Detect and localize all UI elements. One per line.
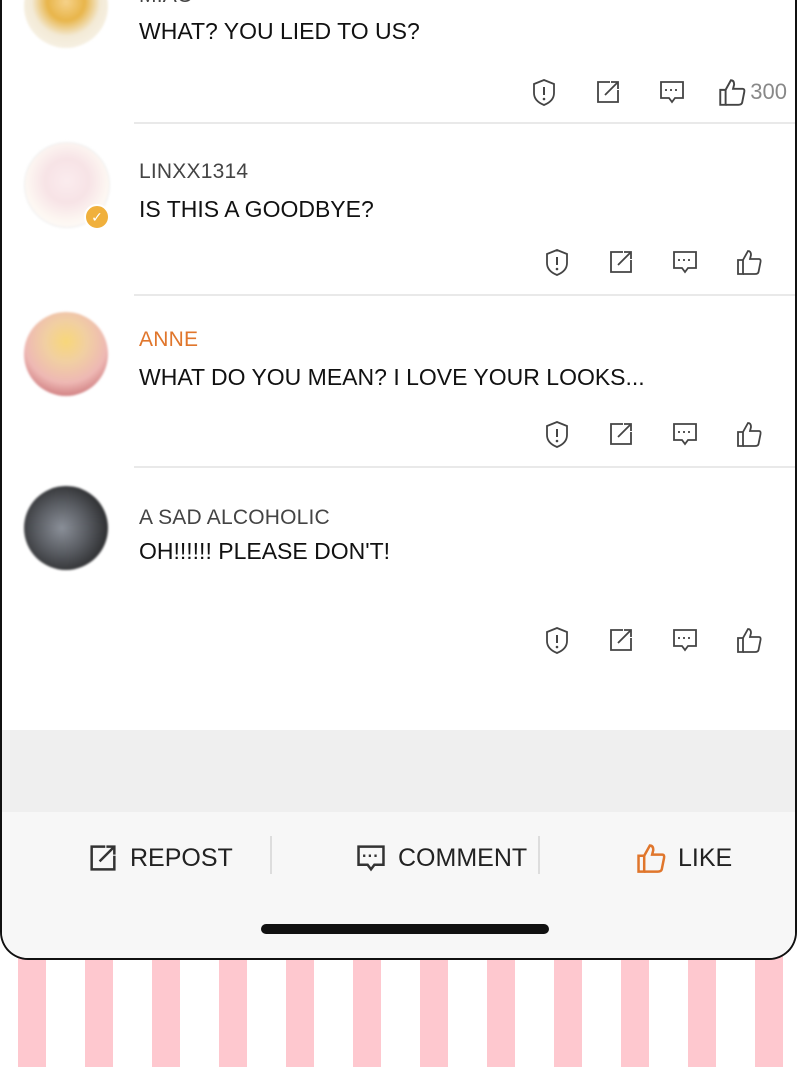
comment-actions — [511, 244, 767, 280]
comment-button[interactable]: COMMENT — [354, 838, 527, 878]
divider — [134, 122, 795, 124]
repost-button[interactable] — [603, 416, 639, 452]
repost-icon — [610, 423, 632, 445]
comment-text: WHAT? YOU LIED TO US? — [139, 18, 420, 44]
feed-end-spacer — [2, 730, 795, 812]
comment-text: WHAT DO YOU MEAN? I LOVE YOUR LOOKS... — [139, 364, 645, 390]
repost-icon — [610, 251, 632, 273]
comment-actions: 300 — [498, 74, 787, 110]
comment-icon — [673, 629, 697, 652]
comment-username[interactable]: LINXX1314 — [139, 160, 248, 184]
like-label: LIKE — [678, 843, 733, 872]
like-icon — [737, 422, 762, 447]
like-icon — [719, 79, 746, 106]
phone-screen: MIAO WHAT? YOU LIED TO US? 300 ✓ LINXX13… — [0, 0, 797, 960]
repost-icon — [90, 845, 116, 871]
repost-button[interactable]: REPOST — [86, 838, 233, 878]
comment-text: OH!!!!!! PLEASE DON'T! — [139, 538, 391, 564]
like-button[interactable] — [731, 622, 767, 658]
report-button[interactable] — [539, 244, 575, 280]
divider — [134, 466, 795, 468]
repost-button[interactable] — [603, 622, 639, 658]
comment-icon — [673, 423, 697, 446]
like-button[interactable] — [731, 244, 767, 280]
divider — [538, 836, 540, 874]
repost-button[interactable] — [603, 244, 639, 280]
home-indicator[interactable] — [261, 924, 549, 934]
comment-button[interactable] — [667, 622, 703, 658]
comment-button[interactable] — [654, 74, 690, 110]
like-button[interactable] — [731, 416, 767, 452]
like-button[interactable]: LIKE — [634, 838, 732, 878]
report-icon — [533, 79, 556, 106]
divider — [270, 836, 272, 874]
repost-icon — [610, 629, 632, 651]
avatar[interactable] — [24, 486, 108, 570]
comment-actions — [511, 622, 767, 658]
like-count: 300 — [750, 79, 787, 104]
comment-label: COMMENT — [398, 843, 528, 872]
comment-icon — [357, 845, 385, 872]
comment-username[interactable]: ANNE — [139, 328, 198, 352]
repost-icon — [597, 81, 620, 103]
report-button[interactable] — [539, 622, 575, 658]
report-button[interactable] — [526, 74, 562, 110]
divider — [134, 294, 795, 296]
comment-actions — [511, 416, 767, 452]
repost-button[interactable] — [590, 74, 626, 110]
avatar[interactable] — [24, 312, 108, 396]
comment-icon — [673, 251, 697, 274]
like-icon — [737, 250, 762, 275]
comment-username[interactable]: A SAD ALCOHOLIC — [139, 506, 330, 530]
report-icon — [546, 627, 568, 654]
like-button[interactable]: 300 — [716, 76, 787, 108]
comment-icon — [660, 81, 685, 104]
comment-button[interactable] — [667, 244, 703, 280]
report-icon — [546, 249, 568, 276]
comment-button[interactable] — [667, 416, 703, 452]
comment-text: IS THIS A GOODBYE? — [139, 196, 374, 222]
report-icon — [546, 421, 568, 448]
comment-username[interactable]: MIAO — [139, 0, 193, 8]
report-button[interactable] — [539, 416, 575, 452]
like-icon — [737, 628, 762, 653]
verified-badge-icon: ✓ — [84, 204, 110, 230]
repost-label: REPOST — [130, 843, 233, 872]
bottom-action-bar: REPOST COMMENT LIKE — [2, 812, 795, 958]
avatar[interactable] — [24, 0, 108, 48]
like-icon — [637, 844, 666, 873]
